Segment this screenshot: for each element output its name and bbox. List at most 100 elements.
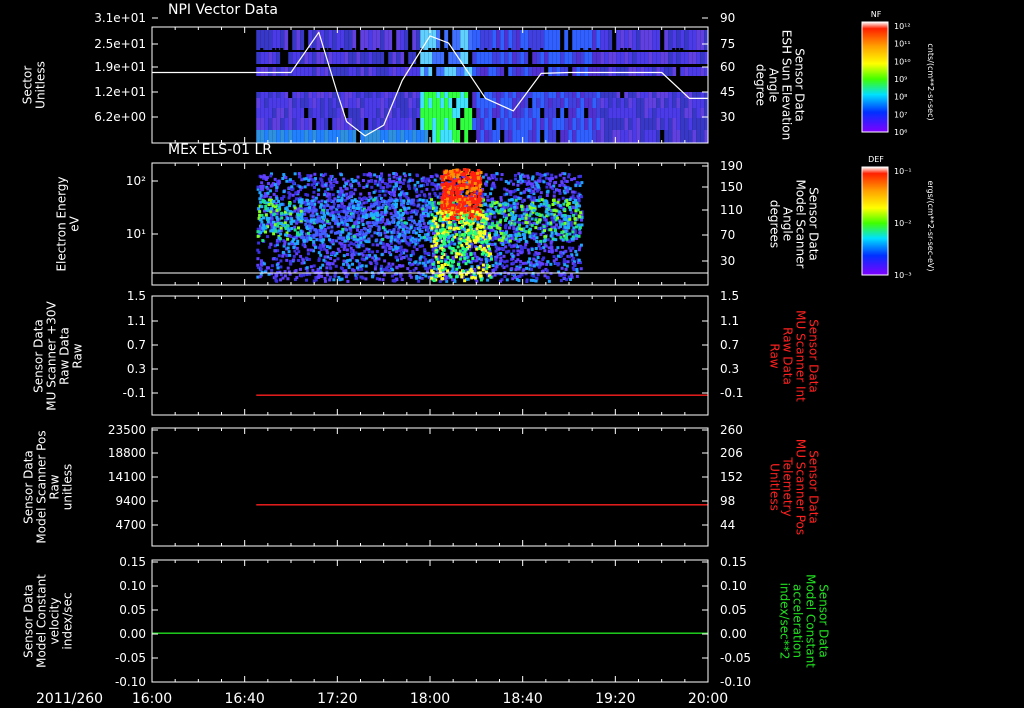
npi-cell	[372, 67, 377, 76]
els-pixel	[489, 229, 493, 233]
els-pixel	[393, 208, 397, 212]
els-hot-pixel	[444, 182, 448, 186]
els-pixel	[567, 255, 571, 259]
npi-cell	[304, 98, 309, 108]
npi-cell	[460, 130, 465, 143]
els-pixel	[494, 245, 498, 249]
els-pixel	[333, 210, 337, 214]
npi-cell	[596, 67, 601, 76]
els-pixel	[259, 187, 263, 191]
npi-cell	[568, 98, 573, 108]
els-pixel	[259, 193, 263, 197]
npi-cell	[592, 92, 597, 98]
els-pixel	[536, 185, 540, 189]
npi-cell	[564, 130, 569, 143]
plot-canvas: NPI Vector Data3.1e+012.5e+011.9e+011.2e…	[21, 2, 936, 707]
npi-cell	[448, 98, 453, 108]
els-pixel	[545, 269, 549, 273]
els-band-pixel	[300, 198, 304, 202]
els-band-pixel	[422, 235, 426, 239]
npi-cell	[668, 92, 673, 98]
els-pixel	[530, 184, 534, 188]
npi-cell	[664, 30, 669, 50]
npi-cell	[680, 52, 685, 64]
els-pixel	[558, 184, 562, 188]
npi-ytick-label: 1.9e+01	[94, 60, 146, 74]
els-band-pixel	[410, 201, 414, 205]
els-band-pixel	[430, 198, 434, 202]
els-pixel	[505, 264, 509, 268]
els-pixel	[560, 266, 564, 270]
npi-cell	[592, 30, 597, 50]
npi-ytick-label: 3.1e+01	[94, 11, 146, 25]
npi-cell	[444, 118, 449, 130]
els-pixel	[535, 276, 539, 280]
els-pixel	[543, 249, 547, 253]
els-pixel	[521, 221, 525, 225]
npi-cell	[524, 67, 529, 76]
npi-cell	[688, 98, 693, 108]
npi-cell	[696, 98, 701, 108]
els-band-pixel	[310, 202, 314, 206]
npi-cell	[440, 52, 445, 64]
els-pixel	[512, 244, 516, 248]
els-pixel	[521, 200, 525, 204]
npi-cell	[540, 98, 545, 108]
npi-cell	[576, 30, 581, 50]
npi-cell	[360, 118, 365, 130]
els-pixel	[394, 249, 398, 253]
npi-cell	[304, 130, 309, 143]
els-pixel	[580, 181, 584, 185]
npi-cell	[372, 98, 377, 108]
npi-cell	[576, 98, 581, 108]
els-band-pixel	[573, 217, 577, 221]
els-band-pixel	[258, 210, 262, 214]
els-pixel	[328, 246, 332, 250]
els-heatmap	[256, 168, 584, 283]
els-pixel	[382, 268, 386, 272]
npi-cell	[400, 98, 405, 108]
els-pixel	[351, 253, 355, 257]
npi-cell	[496, 52, 501, 64]
els-band-pixel	[293, 206, 297, 210]
els-band-pixel	[401, 213, 405, 217]
npi-cell	[668, 130, 673, 143]
els-pixel	[266, 191, 270, 195]
npi-cell	[356, 30, 361, 50]
npi-cell	[616, 108, 621, 118]
els-pixel	[433, 178, 437, 182]
npi-gap	[312, 48, 316, 52]
npi-cell	[480, 98, 485, 108]
els-pixel	[415, 276, 419, 280]
npi-cell	[368, 108, 373, 118]
els-band-pixel	[508, 233, 512, 237]
npi-cell	[504, 67, 509, 76]
els-pixel	[504, 223, 508, 227]
els-band-pixel	[320, 211, 324, 215]
els-band-pixel	[551, 198, 555, 202]
npi-cell	[660, 30, 665, 50]
npi-cell	[576, 108, 581, 118]
npi-cell	[316, 130, 321, 143]
npi-gap	[428, 48, 432, 52]
npi-cell	[280, 98, 285, 108]
npi-cell	[356, 108, 361, 118]
npi-cell	[444, 98, 449, 108]
npi-cell	[256, 30, 261, 50]
npi-cell	[356, 118, 361, 130]
npi-gap	[568, 48, 572, 52]
els-pixel	[525, 224, 529, 228]
els-pixel	[371, 250, 375, 254]
els-pixel	[519, 251, 523, 255]
els-band-pixel	[369, 204, 373, 208]
els-pixel	[292, 258, 296, 262]
npi-cell	[472, 67, 477, 76]
npi-cell	[696, 67, 701, 76]
npi-cell	[424, 98, 429, 108]
els-band-pixel	[335, 219, 339, 223]
npi-cell	[348, 108, 353, 118]
els-pixel	[526, 248, 530, 252]
els-pixel	[325, 194, 329, 198]
els-band-pixel	[417, 233, 421, 237]
els-pixel	[316, 193, 320, 197]
